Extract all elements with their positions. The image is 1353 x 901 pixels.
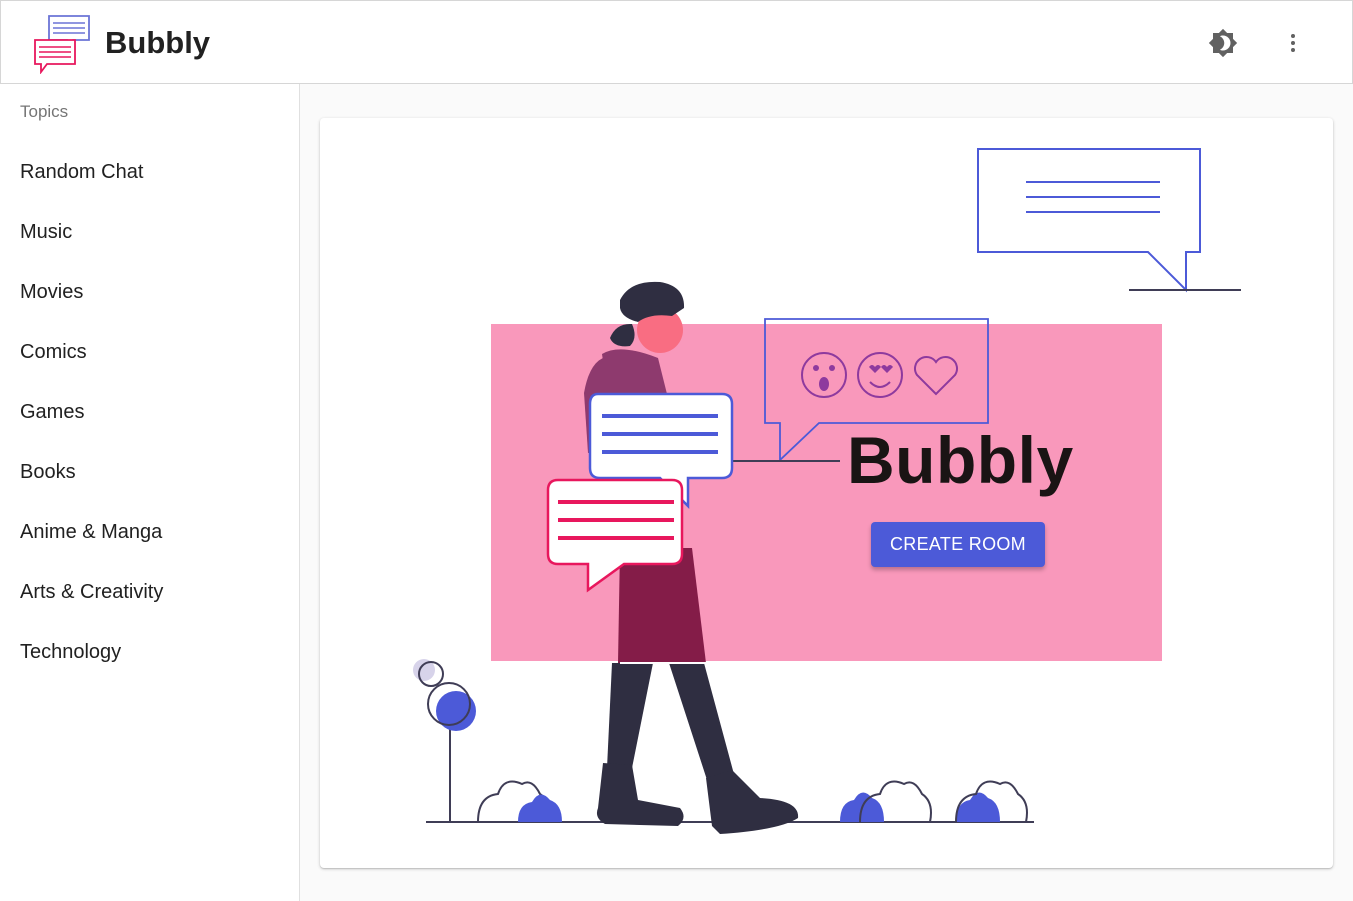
- topic-list: Random Chat Music Movies Comics Games Bo…: [0, 142, 299, 682]
- hero-title: Bubbly: [847, 423, 1074, 497]
- app-title: Bubbly: [105, 25, 211, 60]
- chat-bubbles-logo-icon: [33, 14, 91, 75]
- sidebar-item-comics[interactable]: Comics: [0, 322, 299, 382]
- sidebar-item-random-chat[interactable]: Random Chat: [0, 142, 299, 202]
- sidebar-item-music[interactable]: Music: [0, 202, 299, 262]
- chat-illustration: [413, 148, 1241, 834]
- theme-toggle-button[interactable]: [1201, 21, 1245, 65]
- flower-decoration: [413, 659, 476, 822]
- sidebar-item-anime-manga[interactable]: Anime & Manga: [0, 502, 299, 562]
- sidebar-item-technology[interactable]: Technology: [0, 622, 299, 682]
- outline-speech-bubble-icon: [977, 148, 1241, 293]
- sidebar-header: Topics: [20, 102, 69, 121]
- sidebar-item-books[interactable]: Books: [0, 442, 299, 502]
- more-vert-icon: [1291, 34, 1295, 52]
- sidebar-item-movies[interactable]: Movies: [0, 262, 299, 322]
- brightness-icon: [1208, 28, 1238, 58]
- sidebar-item-arts-creativity[interactable]: Arts & Creativity: [0, 562, 299, 622]
- create-room-button[interactable]: CREATE ROOM: [871, 522, 1045, 567]
- sidebar-item-games[interactable]: Games: [0, 382, 299, 442]
- app-bar: Bubbly: [0, 0, 1353, 84]
- hero-card: Bubbly CREATE ROOM: [320, 118, 1333, 868]
- topics-sidebar: Topics Random Chat Music Movies Comics G…: [0, 84, 300, 901]
- more-options-button[interactable]: [1271, 21, 1315, 65]
